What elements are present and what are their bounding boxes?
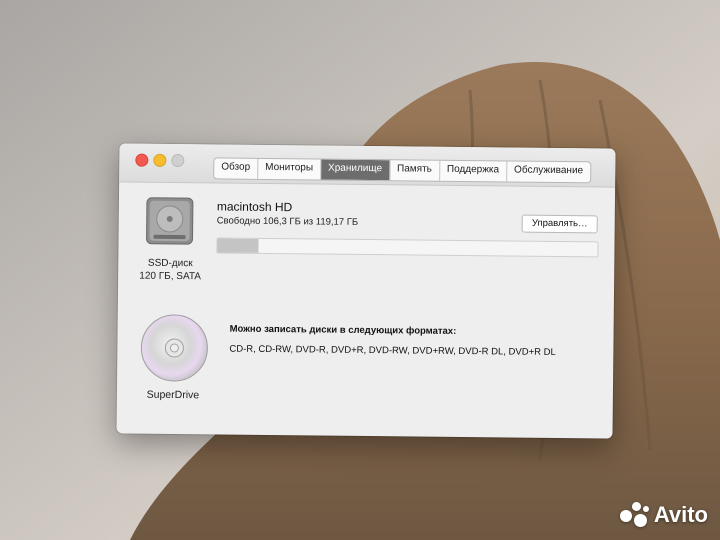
volume-name: macintosh HD: [216, 199, 293, 215]
hard-drive-icon: [144, 195, 195, 248]
avito-watermark: Avito: [619, 502, 708, 528]
system-info-window: Обзор Мониторы Хранилище Память Поддержк…: [116, 143, 616, 439]
zoom-button[interactable]: [171, 153, 185, 168]
cd-icon: [139, 313, 210, 384]
formats-list: CD-R, CD-RW, DVD-R, DVD+R, DVD-RW, DVD+R…: [229, 343, 556, 358]
close-button[interactable]: [135, 153, 149, 167]
tab-bar: Обзор Мониторы Хранилище Память Поддержк…: [213, 157, 592, 184]
manage-button[interactable]: Управлять…: [521, 214, 598, 234]
tab-service[interactable]: Обслуживание: [507, 161, 590, 182]
storage-pane: SSD-диск 120 ГБ, SATA macintosh HD Свобо…: [116, 182, 615, 438]
tab-displays[interactable]: Мониторы: [258, 158, 322, 180]
tab-overview[interactable]: Обзор: [214, 158, 259, 179]
disk-label: SSD-диск 120 ГБ, SATA: [128, 257, 212, 284]
minimize-button[interactable]: [153, 153, 167, 167]
storage-usage-bar: [216, 237, 599, 258]
avito-logo-icon: [619, 502, 650, 528]
disk-spec: 120 ГБ, SATA: [139, 270, 202, 283]
tab-memory[interactable]: Память: [389, 160, 440, 181]
titlebar: Обзор Мониторы Хранилище Память Поддержк…: [119, 143, 616, 188]
avito-text: Avito: [653, 502, 708, 527]
disk-type: SSD-диск: [147, 257, 193, 270]
tab-support[interactable]: Поддержка: [439, 160, 508, 182]
volume-free-text: Свободно 106,3 ГБ из 119,17 ГБ: [216, 215, 359, 228]
tab-storage[interactable]: Хранилище: [320, 159, 391, 181]
storage-usage-fill: [217, 238, 259, 253]
formats-heading: Можно записать диски в следующих формата…: [229, 323, 457, 337]
superdrive-label: SuperDrive: [146, 388, 200, 402]
